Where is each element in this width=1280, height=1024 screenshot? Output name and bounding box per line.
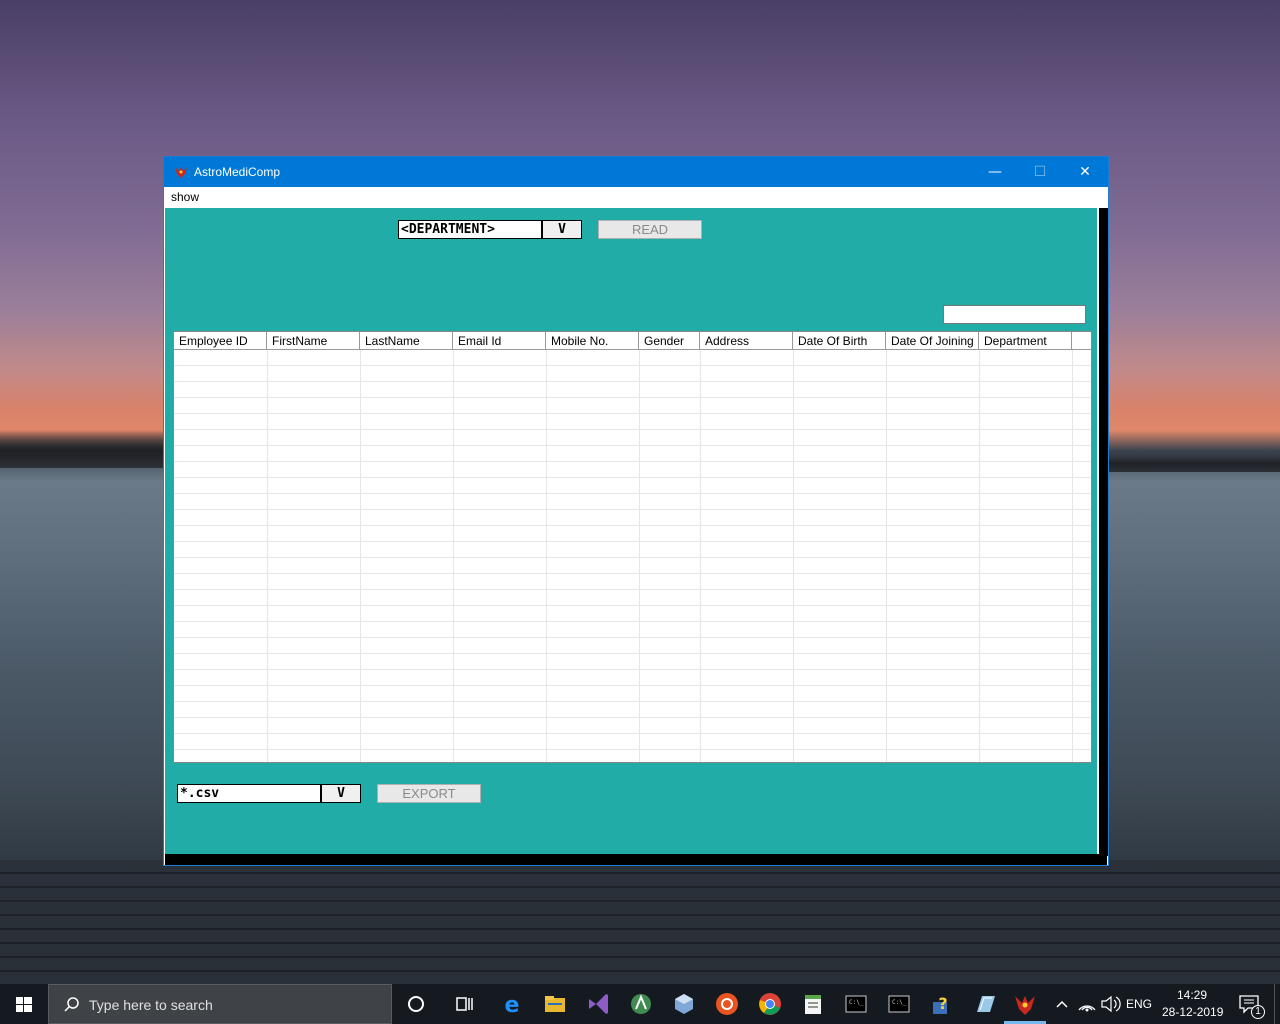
column-header-date-of-joining[interactable]: Date Of Joining — [886, 332, 979, 349]
filter-input[interactable] — [943, 305, 1086, 324]
close-button[interactable]: ✕ — [1062, 157, 1108, 187]
table-body[interactable] — [174, 350, 1091, 762]
file-explorer-icon[interactable] — [541, 990, 569, 1018]
app-icon — [175, 167, 187, 178]
column-header-department[interactable]: Department — [979, 332, 1072, 349]
column-header-lastname[interactable]: LastName — [360, 332, 453, 349]
table-header: Employee ID FirstName LastName Email Id … — [174, 332, 1091, 350]
column-header-filler — [1072, 332, 1091, 349]
help-icon[interactable]: ? — [928, 990, 956, 1018]
cortana-icon[interactable] — [402, 990, 430, 1018]
terminal-icon[interactable]: C:\_ — [842, 990, 870, 1018]
export-format-dropdown-button[interactable]: V — [321, 784, 361, 803]
taskbar-search-box[interactable]: Type here to search — [48, 984, 392, 1024]
ubuntu-icon[interactable] — [713, 990, 741, 1018]
column-divider — [793, 350, 794, 762]
department-combo-field[interactable]: <DEPARTMENT> — [398, 220, 542, 239]
windows-start-icon[interactable] — [0, 984, 48, 1024]
svg-text:e: e — [505, 993, 520, 1018]
clock-time[interactable]: 14:29 — [1177, 988, 1207, 1002]
notepad-icon[interactable] — [799, 990, 827, 1018]
search-placeholder: Type here to search — [89, 997, 213, 1013]
maximize-button[interactable]: ☐ — [1017, 157, 1063, 187]
column-divider — [979, 350, 980, 762]
clock-date[interactable]: 28-12-2019 — [1162, 1005, 1223, 1019]
svg-text:?: ? — [938, 994, 947, 1013]
column-header-firstname[interactable]: FirstName — [267, 332, 360, 349]
terminal-icon[interactable]: C:\_ — [885, 990, 913, 1018]
read-button[interactable]: READ — [598, 220, 702, 239]
minimize-button[interactable]: — — [972, 157, 1018, 187]
language-indicator[interactable]: ENG — [1126, 997, 1152, 1011]
edge-icon[interactable]: e — [498, 990, 526, 1018]
export-button[interactable]: EXPORT — [377, 784, 481, 803]
virtualbox-icon[interactable] — [670, 990, 698, 1018]
client-area: <DEPARTMENT> V READ Employee ID FirstNam… — [165, 208, 1100, 854]
task-view-icon[interactable] — [450, 990, 478, 1018]
visual-studio-icon[interactable] — [584, 990, 612, 1018]
column-divider — [546, 350, 547, 762]
column-divider — [700, 350, 701, 762]
android-studio-icon[interactable] — [627, 990, 655, 1018]
app-window: AstroMediComp — ☐ ✕ show <DEPARTMENT> V … — [163, 156, 1109, 866]
export-format-field[interactable]: *.csv — [177, 784, 321, 803]
chrome-icon[interactable] — [756, 990, 784, 1018]
title-bar[interactable]: AstroMediComp — ☐ ✕ — [164, 157, 1108, 187]
notification-badge: 1 — [1251, 1005, 1265, 1019]
column-divider — [1072, 350, 1073, 762]
column-header-email-id[interactable]: Email Id — [453, 332, 546, 349]
paint-icon[interactable] — [971, 990, 999, 1018]
column-divider — [639, 350, 640, 762]
window-edge — [1099, 208, 1108, 856]
menu-bar: show — [164, 187, 1108, 207]
show-desktop-button[interactable] — [1274, 984, 1275, 1024]
column-divider — [453, 350, 454, 762]
department-dropdown-button[interactable]: V — [542, 220, 582, 239]
search-icon — [64, 997, 79, 1012]
column-divider — [886, 350, 887, 762]
window-title: AstroMediComp — [194, 165, 281, 179]
volume-icon[interactable] — [1096, 990, 1124, 1018]
wallpaper-treeline — [0, 430, 165, 468]
column-header-address[interactable]: Address — [700, 332, 793, 349]
column-header-gender[interactable]: Gender — [639, 332, 700, 349]
taskbar: Type here to search e C:\_ C:\_ ? ENG 14… — [0, 984, 1280, 1024]
wallpaper-pier — [0, 860, 1280, 985]
column-header-date-of-birth[interactable]: Date Of Birth — [793, 332, 886, 349]
astromedicomp-icon[interactable] — [1011, 990, 1039, 1018]
column-divider — [360, 350, 361, 762]
svg-text:C:\_: C:\_ — [892, 999, 907, 1006]
column-header-employee-id[interactable]: Employee ID — [174, 332, 267, 349]
employee-table[interactable]: Employee ID FirstName LastName Email Id … — [173, 331, 1092, 763]
column-header-mobile-no[interactable]: Mobile No. — [546, 332, 639, 349]
window-edge — [165, 854, 1107, 865]
chevron-up-icon[interactable] — [1048, 990, 1076, 1018]
wallpaper-treeline — [1108, 450, 1280, 472]
column-divider — [267, 350, 268, 762]
svg-text:C:\_: C:\_ — [849, 999, 864, 1006]
menu-item-show[interactable]: show — [171, 190, 199, 204]
